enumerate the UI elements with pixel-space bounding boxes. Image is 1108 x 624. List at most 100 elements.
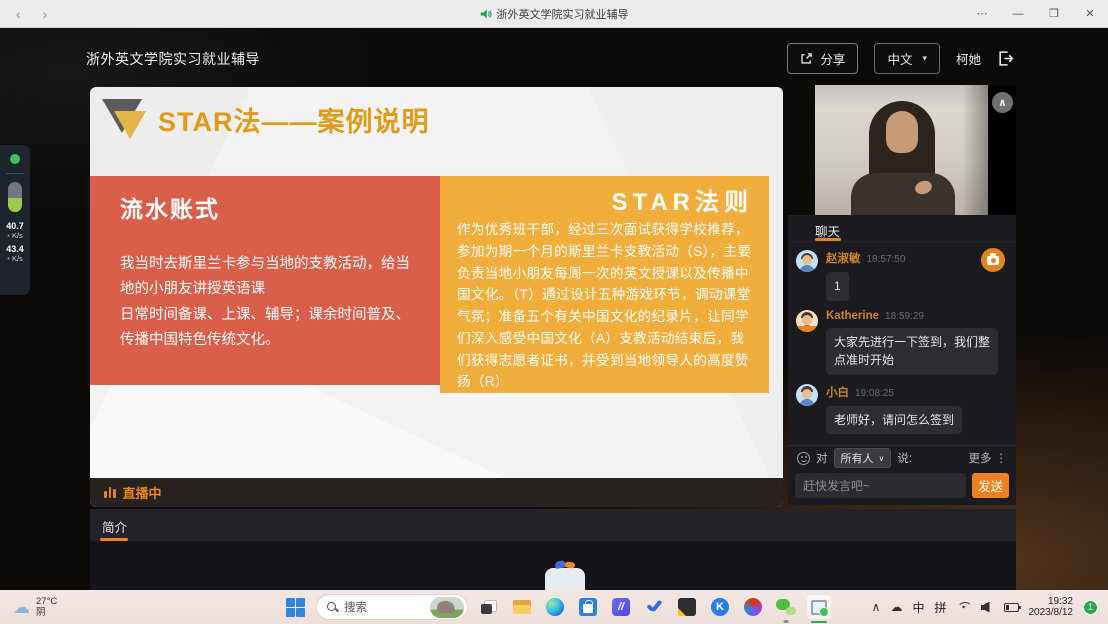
running-indicator xyxy=(784,620,789,623)
battery-icon[interactable] xyxy=(1004,603,1019,612)
logout-icon[interactable] xyxy=(997,50,1014,67)
tab-intro[interactable]: 简介 xyxy=(102,517,127,536)
audio-playing-icon xyxy=(480,8,492,20)
chat-header: 聊天 xyxy=(788,215,1016,242)
avatar xyxy=(796,384,818,406)
audience-dropdown[interactable]: 所有人 ∨ xyxy=(834,448,892,468)
message-text: 老师好，请问怎么签到 xyxy=(826,406,962,435)
wifi-icon[interactable] xyxy=(957,602,971,613)
divider xyxy=(6,173,24,174)
wechat-button[interactable] xyxy=(774,595,798,619)
weather-temp: 27°C xyxy=(36,596,57,607)
clock[interactable]: 19:32 2023/8/12 xyxy=(1029,596,1074,619)
k-app-icon: K xyxy=(711,598,729,616)
ime-mode-indicator[interactable]: 中 xyxy=(912,599,924,616)
edge-icon xyxy=(546,598,564,616)
app-slashes-button[interactable]: // xyxy=(609,595,633,619)
app-dark-yellow-button[interactable] xyxy=(675,595,699,619)
upload-speed-value: 43.4 xyxy=(6,244,24,254)
office-app-button[interactable] xyxy=(741,595,765,619)
chevron-up-icon: ∧ xyxy=(998,96,1007,109)
ime-pinyin-indicator[interactable]: 拼 xyxy=(934,599,946,616)
window-maximize-icon[interactable]: ❐ xyxy=(1036,0,1072,28)
tray-time: 19:32 xyxy=(1029,596,1074,608)
chat-toolbar: 对 所有人 ∨ 说: 更多 ⋮ xyxy=(788,445,1016,470)
search-label: 搜索 xyxy=(344,599,424,615)
chat-message: 赵淑敏18:57:50 1 xyxy=(796,250,1008,301)
chat-message-list[interactable]: 赵淑敏18:57:50 1 Katherine18:59:29 大家先进行一下签… xyxy=(788,242,1016,445)
edge-browser-button[interactable] xyxy=(543,595,567,619)
left-panel-line1: 我当时去斯里兰卡参与当地的支教活动，给当地的小朋友讲授英语课 xyxy=(120,252,424,303)
file-explorer-button[interactable] xyxy=(510,595,534,619)
avatar xyxy=(796,310,818,332)
office-swirl-icon xyxy=(744,598,762,616)
network-monitor-widget[interactable]: 40.7 • K/s 43.4 • K/s xyxy=(0,145,30,295)
intro-tab-bar: 简介 xyxy=(90,509,1016,542)
store-icon xyxy=(579,598,597,616)
chevron-down-icon: ▾ xyxy=(922,53,927,64)
volume-icon[interactable] xyxy=(981,602,994,613)
task-view-button[interactable] xyxy=(477,595,501,619)
onedrive-cloud-icon[interactable]: ☁ xyxy=(890,600,902,614)
left-panel-heading: 流水账式 xyxy=(120,190,440,224)
download-arrow-icon: • xyxy=(7,231,10,240)
emoji-icon[interactable] xyxy=(797,452,810,465)
share-button[interactable]: 分享 xyxy=(787,43,858,74)
more-button[interactable]: 更多 ⋮ xyxy=(969,450,1008,466)
window-more-icon[interactable]: ⋯ xyxy=(964,0,1000,28)
presenter-face xyxy=(886,111,918,153)
send-button[interactable]: 发送 xyxy=(972,473,1009,498)
start-button[interactable] xyxy=(283,595,307,619)
right-panel-heading: STAR法则 xyxy=(457,182,753,217)
search-highlight-image xyxy=(430,597,464,618)
video-shadow xyxy=(962,85,988,215)
k-app-button[interactable]: K xyxy=(708,595,732,619)
live-bars-icon xyxy=(104,487,116,498)
tray-chevron-up-icon[interactable]: ∧ xyxy=(872,600,881,614)
upload-arrow-icon: • xyxy=(7,254,10,263)
intro-content xyxy=(90,542,1016,590)
status-dot-icon xyxy=(10,154,20,164)
todo-app-button[interactable] xyxy=(642,595,666,619)
task-view-icon xyxy=(481,600,497,614)
window-minimize-icon[interactable]: — xyxy=(1000,0,1036,28)
weather-condition: 阴 xyxy=(36,607,57,618)
chevron-down-icon: ∨ xyxy=(879,454,885,463)
right-panel-body: 作为优秀班干部，经过三次面试获得学校推荐，参加为期一个月的斯里兰卡支教活动（S）… xyxy=(457,219,753,393)
slashes-app-icon: // xyxy=(612,598,630,616)
say-label: 说: xyxy=(897,450,912,466)
chat-input[interactable] xyxy=(795,473,966,498)
share-label: 分享 xyxy=(820,49,845,68)
live-app-button[interactable] xyxy=(807,595,831,619)
weather-widget[interactable]: ☁ 27°C 阴 xyxy=(13,596,57,618)
chat-input-row: 发送 xyxy=(788,470,1016,505)
cloud-icon: ☁ xyxy=(13,599,30,616)
avatar xyxy=(796,250,818,272)
screen: ‹ › 浙外英文学院实习就业辅导 ⋯ — ❐ ✕ 浙外英文学院实习就业辅导 分享… xyxy=(0,0,1108,624)
collapse-video-button[interactable]: ∧ xyxy=(992,92,1013,113)
slide-left-panel: 流水账式 我当时去斯里兰卡参与当地的支教活动，给当地的小朋友讲授英语课 日常时间… xyxy=(90,176,440,385)
message-text: 1 xyxy=(826,272,849,301)
search-icon xyxy=(327,602,338,613)
intro-tab-underline xyxy=(100,538,128,541)
nav-forward-icon[interactable]: › xyxy=(43,6,48,22)
message-text: 大家先进行一下签到，我们整点准时开始 xyxy=(826,328,998,375)
message-author: 小白 xyxy=(826,387,849,399)
microsoft-store-button[interactable] xyxy=(576,595,600,619)
nav-back-icon[interactable]: ‹ xyxy=(16,6,21,22)
notification-badge[interactable]: 1 xyxy=(1083,600,1098,615)
message-time: 18:57:50 xyxy=(867,254,906,265)
stage: 浙外英文学院实习就业辅导 分享 中文 ▾ 柯她 40.7 • K/s 43.4 … xyxy=(0,28,1108,590)
search-box[interactable]: 搜索 xyxy=(316,594,468,620)
page-title: 浙外英文学院实习就业辅导 xyxy=(86,49,260,69)
chat-panel: 聊天 赵淑敏18:57:50 1 Katherine18:59:29 大家先进行… xyxy=(788,215,1016,505)
slide-logo-icon xyxy=(102,97,148,141)
chat-message: 小白19:08:25 老师好，请问怎么签到 xyxy=(796,384,1008,435)
window-close-icon[interactable]: ✕ xyxy=(1072,0,1108,28)
audience-value: 所有人 xyxy=(841,450,874,466)
language-dropdown[interactable]: 中文 ▾ xyxy=(874,43,940,74)
dark-yellow-app-icon xyxy=(678,598,696,616)
upload-speed-unit: K/s xyxy=(12,254,23,263)
download-speed-value: 40.7 xyxy=(6,221,24,231)
presenter-video: ∧ xyxy=(815,85,1016,215)
